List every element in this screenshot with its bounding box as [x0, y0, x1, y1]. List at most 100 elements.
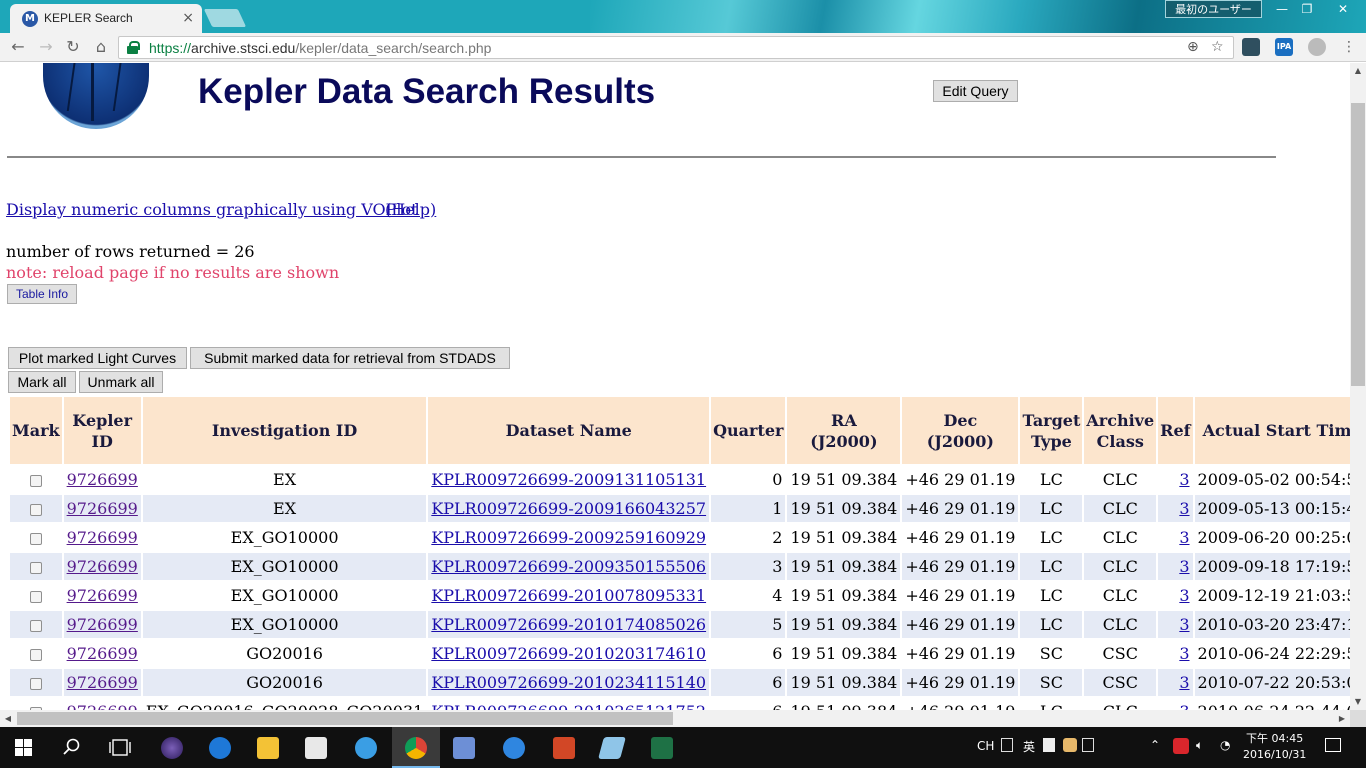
wifi-icon[interactable]: ◔ — [1220, 738, 1230, 752]
kepler-id-link[interactable]: 9726699 — [67, 557, 138, 576]
dataset-name-link[interactable]: KPLR009726699-2010234115140 — [431, 673, 706, 692]
edge-icon — [209, 737, 231, 759]
tray-expand-icon[interactable]: ⌃ — [1150, 738, 1160, 752]
ref-link[interactable]: 3 — [1179, 673, 1189, 692]
close-window-button[interactable]: ✕ — [1320, 0, 1366, 18]
taskbar-ccleaner[interactable] — [490, 727, 538, 768]
cell-archive-class: CSC — [1084, 640, 1157, 667]
vertical-scroll-thumb[interactable] — [1351, 103, 1365, 386]
kepler-id-link[interactable]: 9726699 — [67, 702, 138, 710]
volume-icon[interactable]: 🔈︎ — [1196, 738, 1203, 753]
taskbar-network-app[interactable] — [440, 727, 488, 768]
mark-checkbox[interactable] — [29, 503, 42, 516]
ref-link[interactable]: 3 — [1179, 499, 1189, 518]
taskbar-powerpoint[interactable] — [540, 727, 588, 768]
scroll-left-icon[interactable]: ◀ — [0, 710, 16, 727]
voplot-link[interactable]: Display numeric columns graphically usin… — [6, 200, 418, 219]
extension-shield-icon[interactable] — [1242, 38, 1260, 56]
home-button[interactable]: ⌂ — [90, 36, 112, 58]
task-view-button[interactable] — [96, 727, 144, 768]
scroll-up-icon[interactable]: ▲ — [1350, 63, 1366, 79]
dataset-name-link[interactable]: KPLR009726699-2009131105131 — [431, 470, 706, 489]
taskbar-edge[interactable] — [196, 727, 244, 768]
mark-checkbox[interactable] — [29, 590, 42, 603]
ime-settings-icon[interactable] — [1082, 738, 1094, 752]
ime-pad-icon[interactable] — [1001, 738, 1013, 752]
taskbar-explorer[interactable] — [244, 727, 292, 768]
restore-button[interactable]: ❐ — [1293, 0, 1321, 18]
horizontal-scrollbar[interactable]: ◀ ▶ — [0, 710, 1350, 727]
taskbar-excel[interactable] — [638, 727, 686, 768]
clock-time[interactable]: 下午 04:45 — [1246, 730, 1303, 746]
chrome-menu-icon[interactable]: ⋮ — [1338, 36, 1360, 58]
clock-date[interactable]: 2016/10/31 — [1243, 748, 1306, 761]
taskbar-ie[interactable] — [342, 727, 390, 768]
mark-checkbox[interactable] — [29, 677, 42, 690]
horizontal-scroll-thumb[interactable] — [17, 712, 673, 725]
dataset-name-link[interactable]: KPLR009726699-2009166043257 — [431, 499, 706, 518]
ref-link[interactable]: 3 — [1179, 644, 1189, 663]
dataset-name-link[interactable]: KPLR009726699-2009350155506 — [431, 557, 706, 576]
dataset-name-link[interactable]: KPLR009726699-2010078095331 — [431, 586, 706, 605]
back-button[interactable]: ← — [7, 36, 29, 58]
ref-link[interactable]: 3 — [1179, 702, 1189, 710]
dataset-name-link[interactable]: KPLR009726699-2010203174610 — [431, 644, 706, 663]
ref-link[interactable]: 3 — [1179, 586, 1189, 605]
taskbar-chrome[interactable] — [392, 727, 440, 768]
ime-width-icon[interactable] — [1043, 738, 1055, 752]
scroll-down-icon[interactable]: ▼ — [1350, 694, 1366, 710]
new-tab-button[interactable] — [203, 9, 247, 27]
ime-emoji-icon[interactable] — [1063, 738, 1077, 752]
vertical-scrollbar[interactable]: ▲ ▼ — [1350, 63, 1366, 710]
dataset-name-link[interactable]: KPLR009726699-2009259160929 — [431, 528, 706, 547]
dataset-name-link[interactable]: KPLR009726699-2010174085026 — [431, 615, 706, 634]
help-link[interactable]: (Help) — [385, 200, 436, 219]
bookmark-star-icon[interactable]: ☆ — [1211, 39, 1224, 55]
plot-light-curves-button[interactable]: Plot marked Light Curves — [8, 347, 187, 369]
table-info-button[interactable]: Table Info — [7, 284, 77, 304]
mark-checkbox[interactable] — [29, 474, 42, 487]
mark-checkbox[interactable] — [29, 561, 42, 574]
address-bar[interactable]: https://archive.stsci.edu/kepler/data_se… — [118, 36, 1234, 59]
mark-all-button[interactable]: Mark all — [8, 371, 76, 393]
kepler-id-link[interactable]: 9726699 — [67, 586, 138, 605]
cell-investigation-id: GO20016 — [142, 640, 427, 667]
mark-checkbox[interactable] — [29, 619, 42, 632]
forward-button[interactable]: → — [35, 36, 57, 58]
ref-link[interactable]: 3 — [1179, 557, 1189, 576]
mark-checkbox[interactable] — [29, 648, 42, 661]
tray-app-icon[interactable] — [1173, 738, 1189, 754]
tab-kepler-search[interactable]: M KEPLER Search × — [10, 4, 202, 33]
start-button[interactable] — [0, 727, 48, 768]
submit-retrieval-button[interactable]: Submit marked data for retrieval from ST… — [190, 347, 510, 369]
unmark-all-button[interactable]: Unmark all — [79, 371, 163, 393]
ref-link[interactable]: 3 — [1179, 470, 1189, 489]
scroll-right-icon[interactable]: ▶ — [1334, 710, 1350, 727]
kepler-id-link[interactable]: 9726699 — [67, 470, 138, 489]
edit-query-button[interactable]: Edit Query — [933, 80, 1018, 102]
ref-link[interactable]: 3 — [1179, 528, 1189, 547]
tab-close-icon[interactable]: × — [182, 10, 194, 26]
ref-link[interactable]: 3 — [1179, 615, 1189, 634]
zoom-icon[interactable]: ⊕ — [1187, 39, 1199, 55]
ime-language[interactable]: CH — [977, 739, 994, 753]
kepler-id-link[interactable]: 9726699 — [67, 615, 138, 634]
address-url[interactable]: https://archive.stsci.edu/kepler/data_se… — [149, 40, 491, 56]
kepler-id-link[interactable]: 9726699 — [67, 499, 138, 518]
minimize-button[interactable]: — — [1268, 0, 1296, 18]
search-button[interactable] — [48, 727, 96, 768]
profile-button[interactable]: 最初のユーザー — [1165, 0, 1262, 18]
kepler-id-link[interactable]: 9726699 — [67, 644, 138, 663]
extension-gray-icon[interactable] — [1308, 38, 1326, 56]
extension-ipa-icon[interactable]: IPA — [1275, 38, 1293, 56]
mark-checkbox[interactable] — [29, 532, 42, 545]
taskbar-notes[interactable] — [588, 727, 636, 768]
reload-button[interactable]: ↻ — [62, 36, 84, 58]
dataset-name-link[interactable]: KPLR009726699-2010265121752 — [431, 702, 706, 710]
ime-mode[interactable]: 英 — [1023, 738, 1035, 755]
kepler-id-link[interactable]: 9726699 — [67, 673, 138, 692]
kepler-id-link[interactable]: 9726699 — [67, 528, 138, 547]
notifications-icon[interactable] — [1325, 738, 1341, 752]
taskbar-store[interactable] — [292, 727, 340, 768]
taskbar-eclipse[interactable] — [148, 727, 196, 768]
